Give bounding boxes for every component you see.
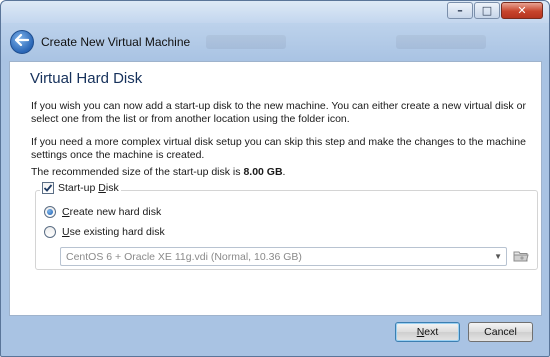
maximize-button[interactable]: □ bbox=[474, 2, 500, 19]
recommended-size-text: The recommended size of the start-up dis… bbox=[31, 166, 531, 179]
background-blur bbox=[396, 35, 486, 49]
window-title: Create New Virtual Machine bbox=[41, 35, 191, 49]
advanced-text: If you need a more complex virtual disk … bbox=[31, 136, 526, 161]
page-title: Virtual Hard Disk bbox=[30, 70, 143, 87]
minimize-button[interactable]: – bbox=[447, 2, 473, 19]
back-button[interactable] bbox=[10, 30, 34, 54]
close-button[interactable]: ✕ bbox=[501, 2, 543, 19]
minimize-icon: – bbox=[457, 4, 463, 17]
intro-text: If you wish you can now add a start-up d… bbox=[31, 100, 526, 125]
cancel-button[interactable]: Cancel bbox=[468, 322, 533, 342]
next-button[interactable]: Next bbox=[395, 322, 460, 342]
folder-icon bbox=[513, 251, 529, 262]
create-new-radio[interactable] bbox=[44, 206, 56, 218]
use-existing-radio[interactable] bbox=[44, 226, 56, 238]
background-blur bbox=[206, 35, 286, 49]
use-existing-label: Use existing hard disk bbox=[62, 226, 165, 238]
create-new-label: Create new hard disk bbox=[62, 206, 162, 218]
checkbox-box[interactable] bbox=[42, 182, 54, 194]
recommended-prefix: The recommended size of the start-up dis… bbox=[31, 166, 244, 178]
wizard-page: Virtual Hard Disk If you wish you can no… bbox=[9, 61, 542, 316]
window-controls: – □ ✕ bbox=[447, 2, 543, 19]
existing-disk-value: CentOS 6 + Oracle XE 11g.vdi (Normal, 10… bbox=[66, 250, 302, 263]
recommended-suffix: . bbox=[282, 166, 286, 178]
startup-disk-group: Start-up Disk Create new hard disk Use e… bbox=[35, 182, 538, 270]
startup-disk-label: Start-up Disk bbox=[58, 182, 119, 194]
folder-button[interactable] bbox=[512, 247, 530, 265]
maximize-icon: □ bbox=[481, 4, 493, 17]
cancel-label: Cancel bbox=[484, 326, 517, 338]
create-new-disk-option[interactable]: Create new hard disk bbox=[44, 206, 161, 218]
next-label: Next bbox=[416, 326, 439, 338]
check-icon bbox=[43, 184, 53, 192]
close-icon: ✕ bbox=[517, 4, 527, 17]
radio-selected-dot bbox=[47, 209, 53, 215]
back-arrow-icon bbox=[14, 33, 30, 50]
dialog-window: – □ ✕ Create New Virtual Machine Virtual… bbox=[0, 0, 550, 357]
chevron-down-icon: ▼ bbox=[494, 252, 502, 261]
recommended-size-value: 8.00 GB bbox=[243, 166, 283, 178]
existing-disk-select[interactable]: CentOS 6 + Oracle XE 11g.vdi (Normal, 10… bbox=[60, 247, 507, 266]
use-existing-disk-option[interactable]: Use existing hard disk bbox=[44, 226, 165, 238]
startup-disk-checkbox[interactable]: Start-up Disk bbox=[40, 182, 121, 194]
